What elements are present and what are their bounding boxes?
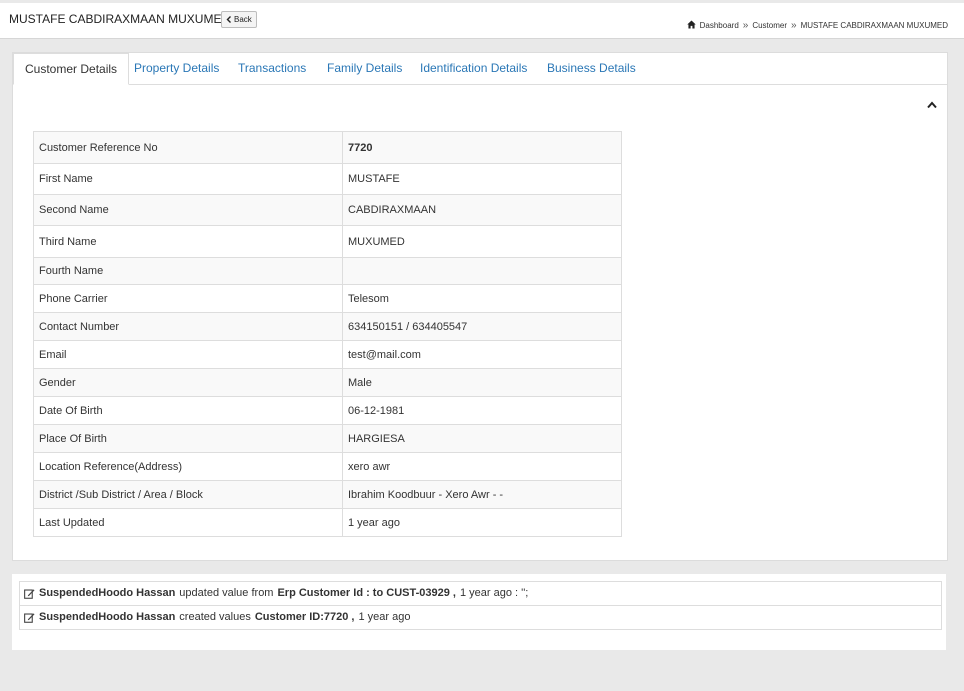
log-time: 1 year ago : ''; [459,587,529,599]
back-button-label: Back [234,15,252,24]
row-label: First Name [33,163,343,195]
table-row: Second Name CABDIRAXMAAN [33,194,622,226]
breadcrumb-current: MUSTAFE CABDIRAXMAAN MUXUMED [800,21,948,30]
tab-transactions[interactable]: Transactions [238,53,306,84]
tab-identification-details[interactable]: Identification Details [420,53,527,84]
row-label: Third Name [33,225,343,258]
log-entry: SuspendedHoodo Hassan created values Cus… [20,605,941,629]
row-value: CABDIRAXMAAN [342,194,622,226]
table-row: District /Sub District / Area / Block Ibr… [33,480,622,509]
row-label: Fourth Name [33,257,343,285]
row-value: MUXUMED [342,225,622,258]
log-action: created values [179,611,251,623]
table-row: Last Updated 1 year ago [33,508,622,537]
customer-details-table: Customer Reference No 7720 First Name MUST… [33,131,622,537]
row-value: test@mail.com [342,340,622,369]
row-label: Phone Carrier [33,284,343,313]
log-user: SuspendedHoodo Hassan [39,587,176,599]
row-label: Place Of Birth [33,424,343,453]
row-value: 06-12-1981 [342,396,622,425]
row-value: 634150151 / 634405547 [342,312,622,341]
table-row: Email test@mail.com [33,340,622,369]
table-row: Customer Reference No 7720 [33,131,622,164]
row-label: Location Reference(Address) [33,452,343,481]
tab-customer-details[interactable]: Customer Details [13,53,130,85]
scrollbar-track[interactable] [950,0,964,691]
chevron-up-icon[interactable] [927,101,937,109]
log-user: SuspendedHoodo Hassan [39,611,176,623]
log-detail: Customer ID:7720 , [254,611,355,623]
breadcrumb: Dashboard » Customer » MUSTAFE CABDIRAXM… [686,20,948,31]
row-label: Gender [33,368,343,397]
row-label: Contact Number [33,312,343,341]
row-value: Telesom [342,284,622,313]
row-value: MUSTAFE [342,163,622,195]
row-value: Ibrahim Koodbuur - Xero Awr - - [342,480,622,509]
home-icon [686,20,696,29]
row-value: HARGIESA [342,424,622,453]
edit-icon [24,613,35,623]
table-row: Contact Number 634150151 / 634405547 [33,312,622,341]
page-header: MUSTAFE CABDIRAXMAAN MUXUMED Back Dashbo… [0,3,964,39]
table-row: Gender Male [33,368,622,397]
row-label: Second Name [33,194,343,226]
breadcrumb-separator: » [791,20,797,31]
breadcrumb-separator: » [742,20,749,31]
row-value: 1 year ago [342,508,622,537]
edit-icon [24,589,35,599]
table-row: Third Name MUXUMED [33,225,622,258]
table-row: Place Of Birth HARGIESA [33,424,622,453]
chevron-left-icon [226,16,231,23]
log-detail: Erp Customer Id : to CUST-03929 , [277,587,456,599]
table-row: Location Reference(Address) xero awr [33,452,622,481]
row-label: Last Updated [33,508,343,537]
tab-business-details[interactable]: Business Details [547,53,636,84]
log-time: 1 year ago [358,611,411,623]
row-label: Date Of Birth [33,396,343,425]
row-value [342,257,622,285]
customer-panel: Customer Details Property Details Transa… [12,52,948,561]
activity-log-panel: SuspendedHoodo Hassan updated value from… [12,574,946,650]
breadcrumb-dashboard[interactable]: Dashboard [700,21,739,30]
tab-family-details[interactable]: Family Details [327,53,402,84]
tab-bar: Customer Details Property Details Transa… [13,53,947,85]
table-row: First Name MUSTAFE [33,163,622,195]
tab-property-details[interactable]: Property Details [134,53,219,84]
breadcrumb-customer[interactable]: Customer [752,21,787,30]
log-entry: SuspendedHoodo Hassan updated value from… [20,582,941,605]
back-button[interactable]: Back [221,11,257,28]
table-row: Fourth Name [33,257,622,285]
row-value: 7720 [342,131,622,164]
log-action: updated value from [179,587,274,599]
table-row: Phone Carrier Telesom [33,284,622,313]
row-value: xero awr [342,452,622,481]
row-label: Email [33,340,343,369]
table-row: Date Of Birth 06-12-1981 [33,396,622,425]
row-value: Male [342,368,622,397]
row-label: Customer Reference No [33,131,343,164]
activity-log: SuspendedHoodo Hassan updated value from… [19,581,942,630]
page-title: MUSTAFE CABDIRAXMAAN MUXUMED [9,12,231,26]
row-label: District /Sub District / Area / Block [33,480,343,509]
